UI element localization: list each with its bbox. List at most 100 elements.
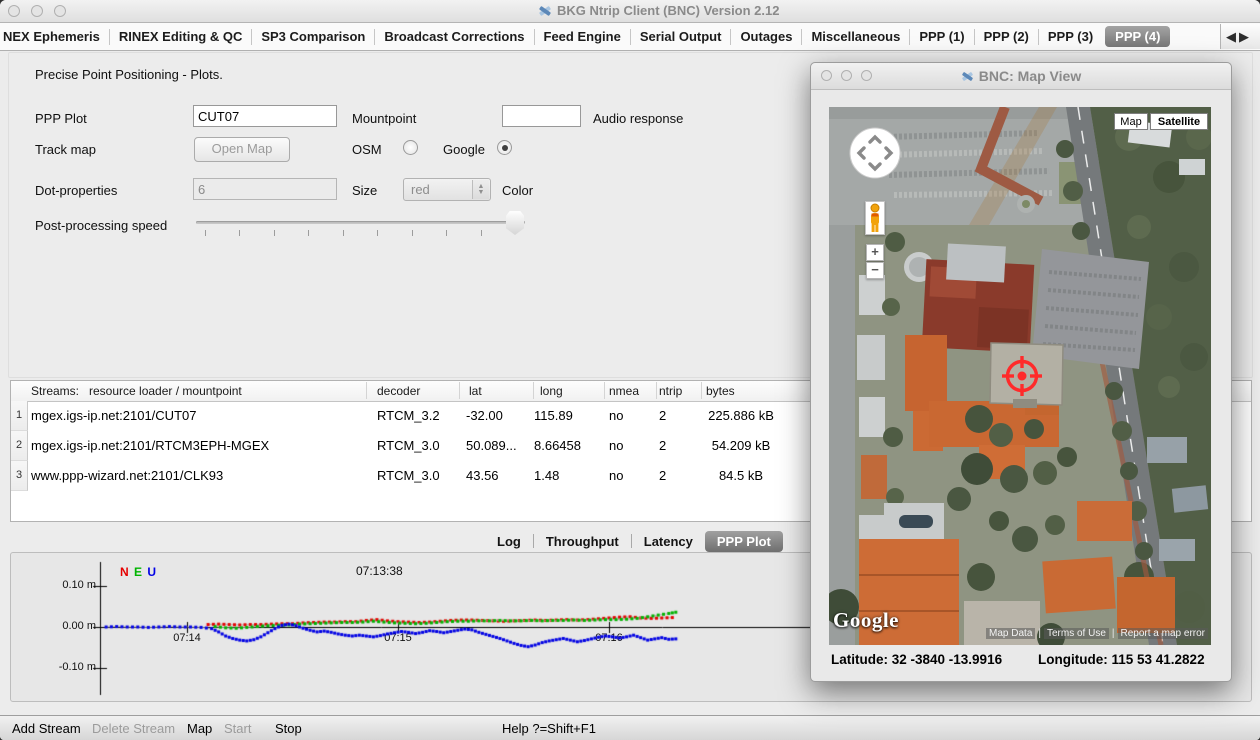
cell-decoder: RTCM_3.2 [377,408,440,423]
audio-response-input[interactable] [502,105,581,127]
cell-nmea: no [609,408,623,423]
row-number: 3 [11,461,28,491]
map-pan-control[interactable] [849,127,901,179]
col-bytes[interactable]: bytes [706,384,735,398]
pegman-icon [866,202,884,234]
color-label: Color [502,183,533,198]
dot-size-input[interactable] [193,178,337,200]
track-map-label: Track map [35,142,96,157]
dot-color-value: red [411,182,430,197]
google-radio-selected[interactable] [497,140,512,155]
cell-decoder: RTCM_3.0 [377,438,440,453]
tab-throughput[interactable]: Throughput [534,534,631,549]
map-button[interactable]: Map [187,721,212,736]
col-long[interactable]: long [540,384,563,398]
speed-slider-track[interactable] [196,221,525,224]
cell-ntrip: 2 [659,408,666,423]
position-crosshair-icon [996,350,1048,402]
bnc-map-view-window: BNC: Map View [810,62,1232,682]
col-lat[interactable]: lat [469,384,482,398]
map-titlebar: BNC: Map View [811,63,1231,90]
tab-ppp-1[interactable]: PPP (1) [910,29,973,44]
combobox-arrows-icon: ▲▼ [472,180,489,199]
mountpoint-label: Mountpoint [352,111,416,126]
cell-lat: 43.56 [466,468,499,483]
tab-latency[interactable]: Latency [632,534,705,549]
cell-nmea: no [609,468,623,483]
main-tabbar: NEX Ephemeris RINEX Editing & QC SP3 Com… [0,23,1260,51]
cell-bytes: 84.5 kB [686,468,796,483]
tab-scroll-left-icon[interactable]: ◀ [1226,29,1236,45]
cell-long: 1.48 [534,468,559,483]
cell-mountpoint: www.ppp-wizard.net:2101/CLK93 [31,468,223,483]
map-type-satellite-button[interactable]: Satellite [1150,113,1208,130]
tab-ppp-3[interactable]: PPP (3) [1039,29,1102,44]
tab-ppp-2[interactable]: PPP (2) [975,29,1038,44]
tab-sp3-comparison[interactable]: SP3 Comparison [252,29,374,44]
stop-button[interactable]: Stop [275,721,302,736]
tab-scroll-right-icon[interactable]: ▶ [1239,29,1249,45]
zoom-window-button[interactable] [54,5,66,17]
tab-scroller: ◀ ▶ [1220,24,1260,49]
ppp-plot-label: PPP Plot [35,111,87,126]
cell-bytes: 225.886 kB [686,408,796,423]
report-map-error-link[interactable]: Report a map error [1118,628,1208,639]
status-bar: Add Stream Delete Stream Map Start Stop … [0,715,1260,740]
tab-outages[interactable]: Outages [731,29,801,44]
output-tabs: Log Throughput Latency PPP Plot [485,530,783,552]
cell-lat: -32.00 [466,408,503,423]
google-logo[interactable]: Google [833,608,899,633]
tab-rinex-editing-qc[interactable]: RINEX Editing & QC [110,29,252,44]
dot-color-combobox[interactable]: red ▲▼ [403,178,491,201]
cell-bytes: 54.209 kB [686,438,796,453]
col-nmea[interactable]: nmea [609,384,639,398]
tab-ppp-4-active[interactable]: PPP (4) [1105,26,1170,47]
tab-broadcast-corrections[interactable]: Broadcast Corrections [375,29,533,44]
satellite-map[interactable]: + − Map Satellite Google Map Data | Term… [829,107,1211,645]
size-label: Size [352,183,377,198]
close-window-button[interactable] [8,5,20,17]
tab-ppp-plot-active[interactable]: PPP Plot [705,531,783,552]
add-stream-button[interactable]: Add Stream [12,721,81,736]
longitude-readout: Longitude: 115 53 41.2822 [1038,652,1205,667]
cell-ntrip: 2 [659,438,666,453]
tab-rinex-ephemeris[interactable]: NEX Ephemeris [0,29,109,44]
osm-radio[interactable] [403,140,418,155]
ppp-plot-input[interactable] [193,105,337,127]
help-hint: Help ?=Shift+F1 [502,721,596,736]
google-label: Google [443,142,485,157]
cell-decoder: RTCM_3.0 [377,468,440,483]
tab-feed-engine[interactable]: Feed Engine [535,29,630,44]
pegman-control[interactable] [865,201,885,235]
tab-miscellaneous[interactable]: Miscellaneous [802,29,909,44]
minimize-window-button[interactable] [31,5,43,17]
zoom-out-button[interactable]: − [866,262,884,279]
audio-response-label: Audio response [593,111,683,126]
open-map-button[interactable]: Open Map [194,137,290,162]
bnc-app-icon [961,70,974,83]
cell-ntrip: 2 [659,468,666,483]
dot-properties-label: Dot-properties [35,183,117,198]
delete-stream-button[interactable]: Delete Stream [92,721,175,736]
col-mountpoint[interactable]: Streams: resource loader / mountpoint [31,384,242,398]
cell-mountpoint: mgex.igs-ip.net:2101/CUT07 [31,408,196,423]
cell-long: 8.66458 [534,438,581,453]
tab-serial-output[interactable]: Serial Output [631,29,731,44]
terms-of-use-link[interactable]: Terms of Use [1044,628,1109,639]
col-ntrip[interactable]: ntrip [659,384,682,398]
main-titlebar: BKG Ntrip Client (BNC) Version 2.12 [0,0,1260,23]
row-number: 2 [11,431,28,461]
map-window-title: BNC: Map View [979,68,1081,84]
screen: BKG Ntrip Client (BNC) Version 2.12 NEX … [0,0,1260,740]
latitude-readout: Latitude: 32 -3840 -13.9916 [831,652,1002,667]
osm-label: OSM [352,142,382,157]
start-button[interactable]: Start [224,721,251,736]
col-decoder[interactable]: decoder [377,384,420,398]
map-type-map-button[interactable]: Map [1114,113,1148,130]
window-title: BKG Ntrip Client (BNC) Version 2.12 [557,3,779,18]
cell-long: 115.89 [534,408,573,423]
zoom-in-button[interactable]: + [866,244,884,261]
map-data-link[interactable]: Map Data [986,628,1035,639]
tab-log[interactable]: Log [485,534,533,549]
cell-lat: 50.089... [466,438,517,453]
